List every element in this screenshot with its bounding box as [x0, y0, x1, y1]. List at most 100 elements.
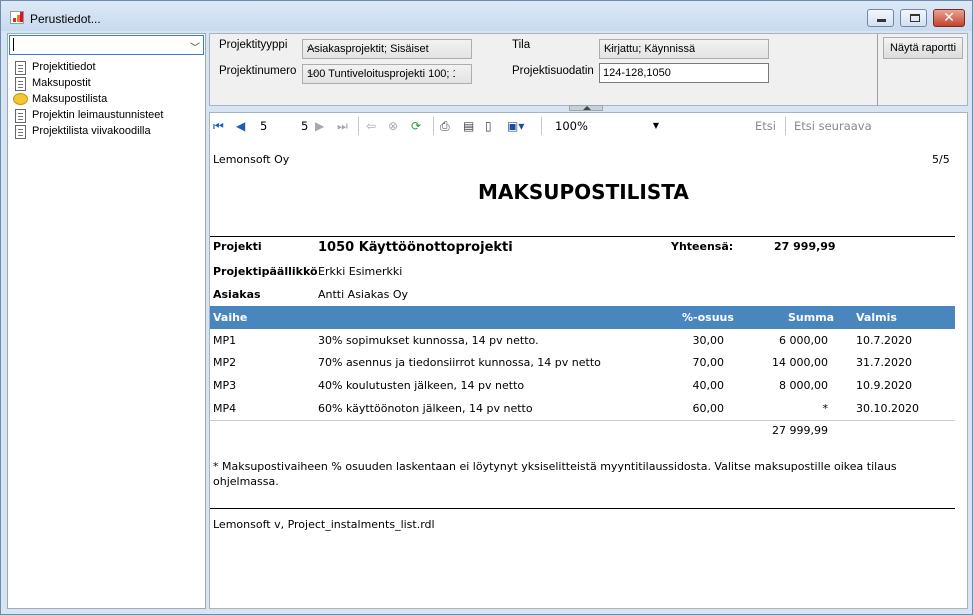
toolbar-separator — [785, 117, 786, 135]
window-title: Perustiedot... — [30, 12, 101, 26]
asiakas-value: Antti Asiakas Oy — [318, 288, 409, 301]
chevron-down-icon[interactable]: ﹀ — [190, 39, 200, 54]
chevron-down-icon: ﹀ — [307, 47, 317, 58]
tila-label: Tila — [512, 39, 531, 51]
table-header: Vaihe %-osuus Summa Valmis — [210, 306, 955, 329]
toolbar-separator — [541, 117, 542, 135]
projekti-label: Projekti — [213, 240, 262, 253]
app-window: Perustiedot... ✕ ﹀ Projektitiedot Maksup… — [0, 0, 973, 615]
app-chart-icon — [10, 11, 24, 24]
title-bar: Perustiedot... ✕ — [1, 1, 972, 31]
report-viewer: Lemonsoft Oy 5/5 MAKSUPOSTILISTA Projekt… — [209, 138, 968, 609]
row-valmis: 30.10.2020 — [856, 402, 919, 415]
row-vaihe: MP2 — [213, 356, 237, 369]
projektinumero-dropdown[interactable]: 100 Tuntiveloitusprojekti 100; 1 ﹀ — [302, 64, 472, 84]
row-osuus: 40,00 — [692, 379, 725, 392]
yhteensa-value: 27 999,99 — [774, 240, 836, 253]
row-description: 70% asennus ja tiedonsiirrot kunnossa, 1… — [318, 356, 601, 369]
minimize-button[interactable] — [867, 9, 894, 27]
projekti-value: 1050 Käyttöönottoprojekti — [318, 240, 513, 255]
stop-icon[interactable]: ⊗ — [388, 118, 398, 134]
projektipaallikko-value: Erkki Esimerkki — [318, 265, 403, 278]
find-button[interactable]: Etsi — [755, 117, 776, 135]
document-icon — [15, 61, 26, 75]
document-icon — [15, 109, 26, 123]
yhteensa-label: Yhteensä: — [671, 240, 734, 253]
document-icon — [15, 77, 26, 91]
report-parameters: Projektityyppi Asiakasprojektit; Sisäise… — [209, 33, 968, 106]
row-valmis: 10.9.2020 — [856, 379, 912, 392]
page-setup-icon[interactable]: ▯ — [485, 118, 492, 134]
zoom-dropdown[interactable]: 100% ▼ — [553, 117, 662, 135]
tree-item-label: Projektitiedot — [32, 61, 96, 73]
row-vaihe: MP3 — [213, 379, 237, 392]
column-vaihe: Vaihe — [213, 311, 248, 324]
maximize-button[interactable] — [900, 9, 927, 27]
report-toolbar: ⏮ ◀ 5 5 ▶ ⏭ ⇦ ⊗ ⟳ ⎙ ▤ ▯ ▣▾ 100% ▼ Etsi Et… — [209, 112, 968, 138]
projektityyppi-label: Projektityyppi — [219, 39, 288, 51]
projektisuodatin-label: Projektisuodatin — [512, 65, 594, 77]
minimize-icon — [877, 19, 886, 22]
footnote-line2: ohjelmassa. — [213, 475, 279, 488]
divider — [877, 34, 878, 106]
text-caret — [13, 38, 14, 51]
tree-item-label: Projektin leimaustunnisteet — [32, 109, 164, 121]
report-title: MAKSUPOSTILISTA — [478, 180, 689, 204]
divider — [210, 420, 955, 421]
row-valmis: 31.7.2020 — [856, 356, 912, 369]
chevron-down-icon: ﹀ — [604, 47, 614, 58]
export-icon[interactable]: ▣▾ — [507, 118, 524, 134]
column-summa: Summa — [788, 311, 835, 324]
zoom-value: 100% — [555, 119, 588, 133]
projektipaallikko-label: Projektipäällikkö — [213, 265, 318, 278]
first-page-icon[interactable]: ⏮ — [213, 118, 224, 134]
print-icon[interactable]: ⎙ — [440, 118, 450, 134]
report-list-panel: ﹀ Projektitiedot Maksupostit Maksupostil… — [7, 33, 206, 609]
report-filter-combo[interactable]: ﹀ — [9, 35, 204, 55]
table-total: 27 999,99 — [772, 424, 828, 437]
projektinumero-label: Projektinumero — [219, 65, 297, 77]
total-pages: 5 — [301, 119, 309, 133]
document-icon — [15, 125, 26, 139]
row-summa: 6 000,00 — [779, 334, 828, 347]
projektisuodatin-input[interactable]: 124-128,1050 — [599, 63, 769, 83]
projektityyppi-dropdown[interactable]: Asiakasprojektit; Sisäiset ﹀ — [302, 39, 472, 59]
row-valmis: 10.7.2020 — [856, 334, 912, 347]
row-summa: * — [822, 402, 829, 415]
tree-item-label: Maksupostilista — [32, 93, 108, 105]
next-page-icon[interactable]: ▶ — [315, 118, 324, 134]
back-icon[interactable]: ⇦ — [366, 118, 376, 134]
toolbar-separator — [433, 117, 434, 135]
column-valmis: Valmis — [856, 311, 897, 324]
find-next-button[interactable]: Etsi seuraava — [794, 117, 872, 135]
row-osuus: 30,00 — [692, 334, 725, 347]
tila-dropdown[interactable]: Kirjattu; Käynnissä ﹀ — [599, 39, 769, 59]
tree-item-label: Maksupostit — [32, 77, 91, 89]
row-summa: 14 000,00 — [772, 356, 828, 369]
divider — [210, 508, 955, 509]
row-description: 60% käyttöönoton jälkeen, 14 pv netto — [318, 402, 533, 415]
speech-bubble-icon — [13, 93, 28, 105]
close-icon: ✕ — [943, 10, 955, 26]
chevron-down-icon: ﹀ — [307, 72, 317, 83]
company-name: Lemonsoft Oy — [213, 153, 290, 166]
row-osuus: 60,00 — [692, 402, 725, 415]
search-input-spacer — [670, 117, 671, 135]
maximize-icon — [910, 14, 920, 22]
previous-page-icon[interactable]: ◀ — [236, 118, 245, 134]
show-report-button[interactable]: Näytä raportti — [883, 37, 963, 59]
tree-item-label: Projektilista viivakoodilla — [32, 125, 151, 137]
chevron-down-icon: ▼ — [652, 121, 659, 130]
divider — [210, 236, 955, 237]
footnote-line1: * Maksupostivaiheen % osuuden laskentaan… — [213, 460, 897, 473]
page-indicator: 5/5 — [932, 153, 950, 166]
current-page-input[interactable]: 5 — [260, 117, 267, 135]
refresh-icon[interactable]: ⟳ — [411, 118, 421, 134]
close-button[interactable]: ✕ — [933, 9, 965, 27]
print-layout-icon[interactable]: ▤ — [463, 118, 474, 134]
column-osuus: %-osuus — [682, 311, 734, 324]
last-page-icon[interactable]: ⏭ — [337, 118, 348, 134]
collapse-parameters-handle[interactable] — [569, 105, 603, 111]
row-summa: 8 000,00 — [779, 379, 828, 392]
row-osuus: 70,00 — [692, 356, 725, 369]
